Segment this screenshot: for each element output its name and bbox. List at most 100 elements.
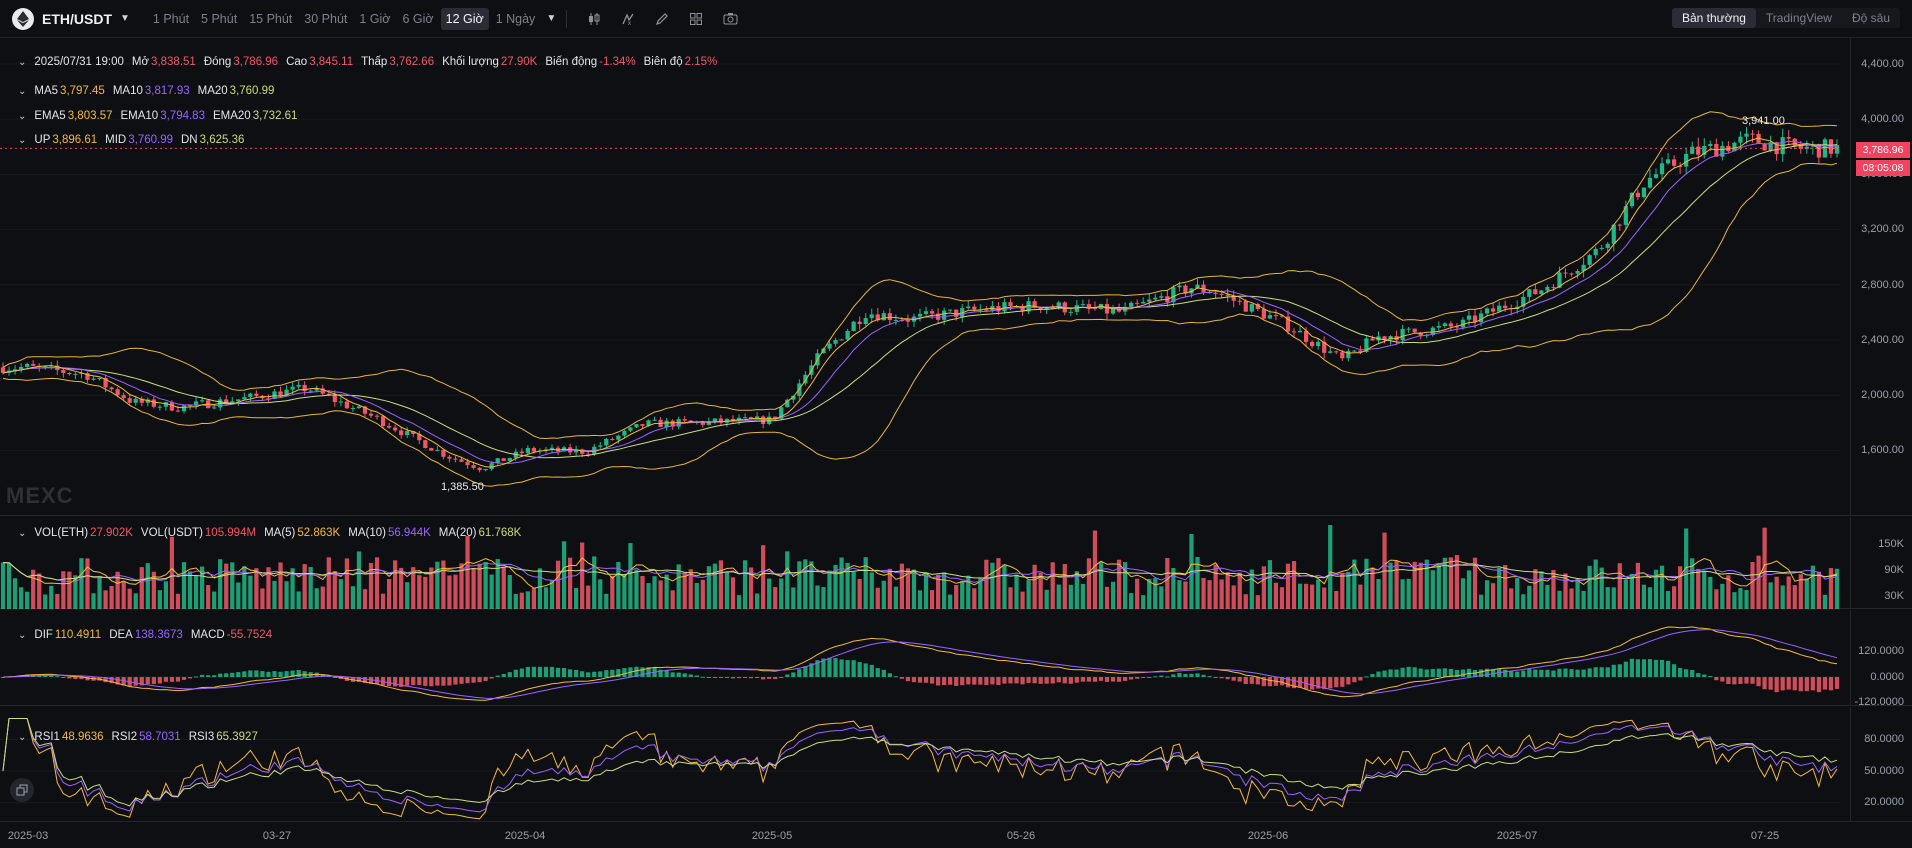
view-switch: Bản thường TradingView Độ sâu (1671, 8, 1900, 28)
view-depth-tab[interactable]: Độ sâu (1842, 8, 1900, 28)
collapse-icon[interactable]: ⌄ (18, 57, 26, 68)
macd-histogram-bar (700, 676, 705, 678)
volume-bar (881, 580, 886, 609)
collapse-icon[interactable]: ⌄ (18, 86, 26, 97)
collapse-icon[interactable]: ⌄ (18, 528, 26, 539)
interval-1m[interactable]: 1 Phút (148, 8, 194, 30)
collapse-icon[interactable]: ⌄ (18, 135, 26, 146)
volume-bar (561, 541, 567, 609)
screenshot-icon[interactable] (713, 8, 747, 30)
macd-chart[interactable] (0, 610, 1850, 706)
volume-bar (374, 557, 380, 609)
macd-histogram-bar (1346, 677, 1351, 685)
volume-bar (489, 574, 494, 609)
candle-body (193, 401, 199, 406)
candle-body (712, 418, 717, 422)
symbol-name[interactable]: ETH/USDT (42, 11, 112, 27)
layers-icon[interactable] (10, 778, 34, 802)
macd-histogram-bar (1786, 677, 1791, 690)
volume-bar (1665, 591, 1671, 609)
volume-bar (1406, 578, 1411, 609)
rsi-chart[interactable] (0, 707, 1850, 822)
rsi-panel[interactable] (0, 707, 1912, 822)
interval-1h[interactable]: 1 Giờ (354, 8, 395, 30)
macd-histogram-bar (574, 669, 579, 677)
macd-panel[interactable] (0, 610, 1912, 706)
candle-body (1762, 143, 1767, 151)
symbol-dropdown-icon[interactable]: ▼ (120, 13, 130, 24)
candle-body (1671, 159, 1677, 166)
collapse-icon[interactable]: ⌄ (18, 111, 26, 122)
volume-bar (477, 563, 482, 609)
macd-histogram-bar (561, 668, 567, 677)
rsi2-line (2, 718, 1838, 813)
macd-histogram-bar (537, 666, 543, 677)
volume-bar (1147, 578, 1152, 609)
macd-histogram-bar (580, 671, 585, 677)
candle-body (332, 395, 337, 402)
low-label: Thấp (361, 56, 388, 68)
view-basic-tab[interactable]: Bản thường (1671, 8, 1756, 28)
macd-histogram-bar (163, 677, 169, 682)
collapse-icon[interactable]: ⌄ (18, 732, 26, 743)
candle-body (1316, 341, 1321, 347)
macd-histogram-bar (266, 671, 271, 677)
macd-histogram-bar (1430, 668, 1435, 677)
collapse-icon[interactable]: ⌄ (18, 630, 26, 641)
volume-bar (19, 587, 24, 609)
macd-value: -55.7524 (226, 629, 273, 641)
volume-bar (990, 562, 995, 609)
macd-histogram-bar (1201, 674, 1206, 677)
view-tradingview-tab[interactable]: TradingView (1756, 8, 1842, 28)
volume-bar (1678, 566, 1683, 609)
macd-histogram-bar (1062, 677, 1067, 684)
macd-histogram-bar (1213, 677, 1218, 678)
macd-histogram-bar (567, 669, 573, 677)
volume-bar (181, 562, 187, 609)
candle-body (290, 386, 295, 390)
candle-body (1744, 133, 1749, 137)
interval-more-icon[interactable]: ▼ (546, 13, 556, 24)
macd-histogram-bar (1593, 667, 1598, 677)
macd-histogram-bar (1509, 670, 1514, 677)
candle-body (616, 435, 621, 440)
candle-body (1786, 137, 1791, 139)
macd-histogram-bar (1412, 667, 1417, 677)
volume-bar (1732, 592, 1737, 609)
indicator-icon[interactable]: x (611, 8, 645, 30)
macd-histogram-bar (1249, 677, 1254, 684)
macd-histogram-bar (748, 677, 754, 679)
draw-icon[interactable] (645, 8, 679, 30)
volume-bar (1219, 579, 1224, 609)
interval-12h[interactable]: 12 Giờ (440, 7, 489, 30)
layout-icon[interactable] (679, 8, 713, 30)
candle-body (628, 427, 633, 431)
macd-histogram-bar (706, 677, 711, 678)
interval-5m[interactable]: 5 Phút (196, 8, 242, 30)
volume-bar (875, 587, 880, 609)
volume-bar (1617, 563, 1622, 609)
macd-histogram-bar (1605, 667, 1610, 677)
macd-histogram-bar (1189, 673, 1194, 677)
interval-30m[interactable]: 30 Phút (299, 8, 352, 30)
interval-1d[interactable]: 1 Ngày (491, 8, 541, 30)
candle-body (1466, 315, 1472, 320)
macd-histogram-bar (1521, 670, 1526, 677)
volume-bar (1714, 589, 1719, 609)
volume-bar (646, 583, 651, 609)
candle-body (338, 401, 343, 403)
volume-bar (417, 575, 422, 609)
volume-bar (1786, 576, 1791, 609)
macd-axis[interactable] (1850, 610, 1912, 705)
volume-bar (1340, 573, 1345, 609)
interval-6h[interactable]: 6 Giờ (398, 8, 439, 30)
macd-histogram-bar (688, 674, 693, 677)
candle-type-icon[interactable] (577, 8, 611, 30)
interval-15m[interactable]: 15 Phút (244, 8, 297, 30)
candle-body (905, 319, 911, 322)
vol-ma10-label: MA(10) (348, 527, 386, 539)
macd-histogram-bar (1056, 677, 1061, 683)
macd-histogram-bar (459, 677, 464, 684)
volume-bar (1581, 590, 1586, 609)
macd-histogram-bar (1732, 677, 1737, 685)
